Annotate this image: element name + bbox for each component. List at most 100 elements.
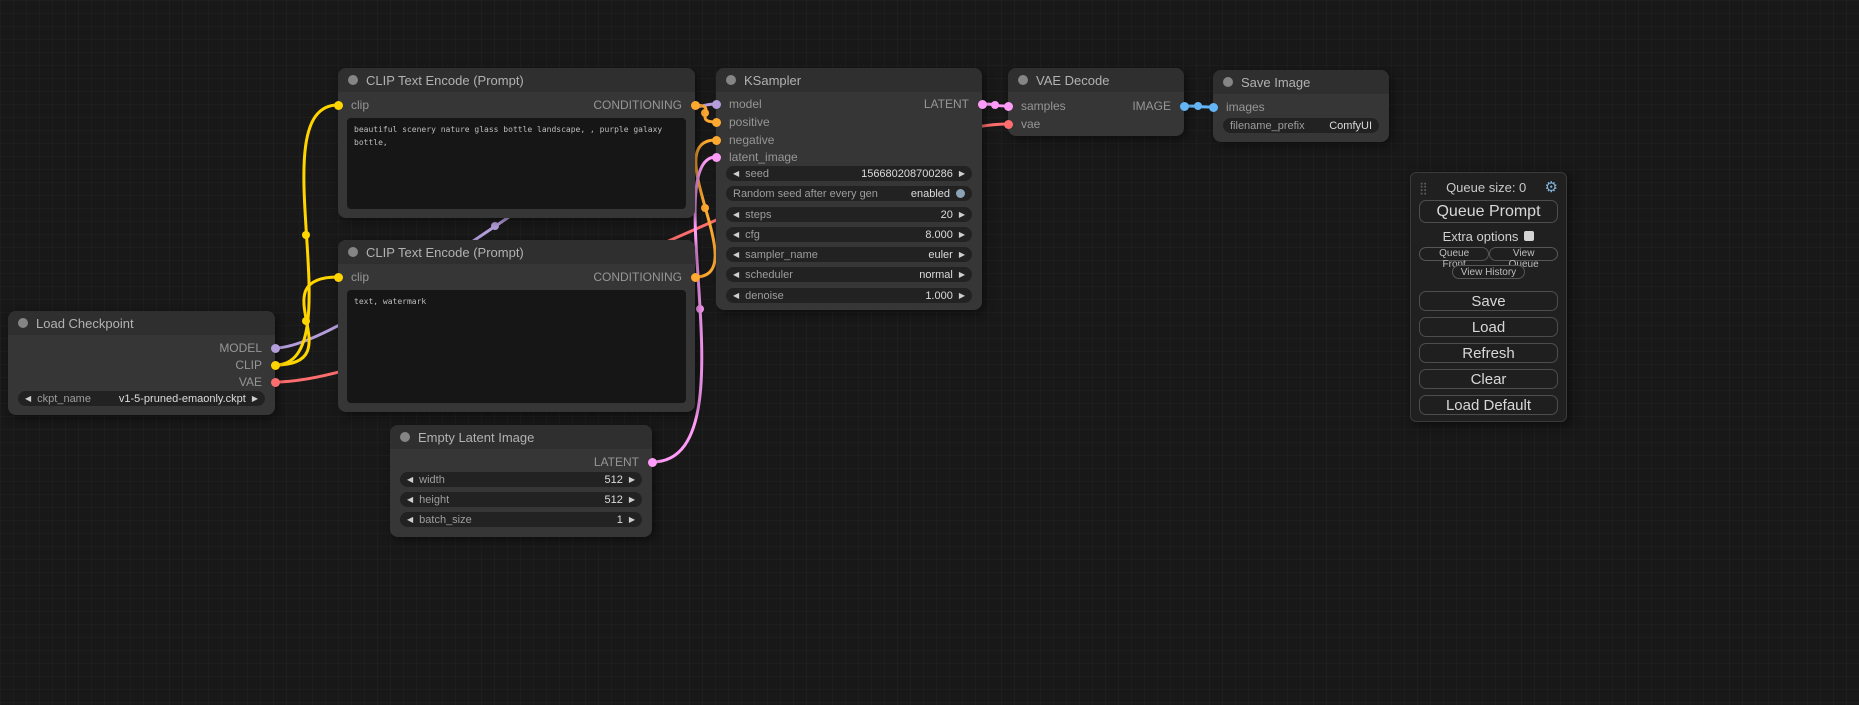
toggle-dot-icon[interactable] [956,189,965,198]
collapse-dot-icon[interactable] [348,75,358,85]
decrement-arrow-icon[interactable]: ◀ [733,292,739,300]
collapse-dot-icon[interactable] [400,432,410,442]
widget-value: 8.000 [925,229,953,241]
queue-front-button[interactable]: Queue Front [1419,247,1489,261]
link-clip-positive [275,105,338,365]
decrement-arrow-icon[interactable]: ◀ [733,211,739,219]
port-label: samples [1021,99,1066,113]
input-port-samples: samples [1008,98,1066,114]
widget-label: denoise [745,290,784,302]
port-dot[interactable] [271,378,280,387]
port-dot[interactable] [1004,120,1013,129]
decrement-arrow-icon[interactable]: ◀ [733,251,739,259]
refresh-button[interactable]: Refresh [1419,343,1558,363]
node-header[interactable]: Load Checkpoint [8,311,275,335]
port-dot[interactable] [271,361,280,370]
collapse-dot-icon[interactable] [348,247,358,257]
node-header[interactable]: CLIP Text Encode (Prompt) [338,68,695,92]
cfg-widget[interactable]: ◀ cfg 8.000 ▶ [726,227,972,242]
scheduler-widget[interactable]: ◀ scheduler normal ▶ [726,267,972,282]
load-button[interactable]: Load [1419,317,1558,337]
random-seed-toggle-widget[interactable]: Random seed after every gen enabled [726,186,972,201]
node-title: Save Image [1241,75,1310,90]
filename-prefix-widget[interactable]: filename_prefix ComfyUI [1223,118,1379,133]
port-dot[interactable] [648,458,657,467]
increment-arrow-icon[interactable]: ▶ [959,170,965,178]
node-vae-decode[interactable]: VAE Decode samples vae IMAGE [1008,68,1184,136]
queue-prompt-button[interactable]: Queue Prompt [1419,200,1558,223]
port-dot[interactable] [712,118,721,127]
settings-gear-icon[interactable]: ⚙ [1545,180,1558,195]
collapse-dot-icon[interactable] [18,318,28,328]
port-dot[interactable] [712,136,721,145]
port-dot[interactable] [691,101,700,110]
decrement-arrow-icon[interactable]: ◀ [733,231,739,239]
ckpt-name-widget[interactable]: ◀ ckpt_name v1-5-pruned-emaonly.ckpt ▶ [18,391,265,406]
height-widget[interactable]: ◀ height 512 ▶ [400,492,642,507]
port-dot[interactable] [334,273,343,282]
widget-label: seed [745,168,769,180]
port-dot[interactable] [712,100,721,109]
steps-widget[interactable]: ◀ steps 20 ▶ [726,207,972,222]
node-header[interactable]: VAE Decode [1008,68,1184,92]
decrement-arrow-icon[interactable]: ◀ [407,516,413,524]
decrement-arrow-icon[interactable]: ◀ [733,271,739,279]
port-dot[interactable] [978,100,987,109]
view-queue-button[interactable]: View Queue [1489,247,1558,261]
node-ksampler[interactable]: KSampler model positive negative latent_… [716,68,982,310]
port-dot[interactable] [1180,102,1189,111]
clear-button[interactable]: Clear [1419,369,1558,389]
prompt-textarea[interactable]: text, watermark [347,290,686,403]
decrement-arrow-icon[interactable]: ◀ [733,170,739,178]
prompt-textarea[interactable]: beautiful scenery nature glass bottle la… [347,118,686,209]
increment-arrow-icon[interactable]: ▶ [959,231,965,239]
port-dot[interactable] [691,273,700,282]
save-button[interactable]: Save [1419,291,1558,311]
drag-handle-icon[interactable]: ⣿ [1419,182,1428,194]
node-save-image[interactable]: Save Image images filename_prefix ComfyU… [1213,70,1389,142]
increment-arrow-icon[interactable]: ▶ [959,292,965,300]
denoise-widget[interactable]: ◀ denoise 1.000 ▶ [726,288,972,303]
batch-size-widget[interactable]: ◀ batch_size 1 ▶ [400,512,642,527]
node-header[interactable]: Save Image [1213,70,1389,94]
port-label: LATENT [594,455,639,469]
port-label: IMAGE [1132,99,1171,113]
node-header[interactable]: CLIP Text Encode (Prompt) [338,240,695,264]
port-dot[interactable] [1209,103,1218,112]
collapse-dot-icon[interactable] [726,75,736,85]
decrement-arrow-icon[interactable]: ◀ [407,476,413,484]
port-dot[interactable] [1004,102,1013,111]
node-title: Empty Latent Image [418,430,534,445]
widget-value: 20 [941,209,953,221]
port-dot[interactable] [334,101,343,110]
seed-widget[interactable]: ◀ seed 156680208700286 ▶ [726,166,972,181]
decrement-arrow-icon[interactable]: ◀ [407,496,413,504]
view-history-button[interactable]: View History [1452,265,1525,279]
node-header[interactable]: Empty Latent Image [390,425,652,449]
port-dot[interactable] [271,344,280,353]
output-port-conditioning: CONDITIONING [593,97,695,113]
node-graph-canvas[interactable]: Load Checkpoint MODEL CLIP VAE ◀ ckpt_na… [0,0,1859,705]
port-dot[interactable] [712,153,721,162]
node-empty-latent-image[interactable]: Empty Latent Image LATENT ◀ width 512 ▶ … [390,425,652,537]
increment-arrow-icon[interactable]: ▶ [629,516,635,524]
width-widget[interactable]: ◀ width 512 ▶ [400,472,642,487]
increment-arrow-icon[interactable]: ▶ [252,395,258,403]
link-dot-conditioning-negative [701,204,709,212]
increment-arrow-icon[interactable]: ▶ [959,271,965,279]
decrement-arrow-icon[interactable]: ◀ [25,395,31,403]
increment-arrow-icon[interactable]: ▶ [959,251,965,259]
node-clip-text-encode-positive[interactable]: CLIP Text Encode (Prompt) clip CONDITION… [338,68,695,218]
node-load-checkpoint[interactable]: Load Checkpoint MODEL CLIP VAE ◀ ckpt_na… [8,311,275,415]
collapse-dot-icon[interactable] [1223,77,1233,87]
collapse-dot-icon[interactable] [1018,75,1028,85]
increment-arrow-icon[interactable]: ▶ [959,211,965,219]
sampler-name-widget[interactable]: ◀ sampler_name euler ▶ [726,247,972,262]
node-clip-text-encode-negative[interactable]: CLIP Text Encode (Prompt) clip CONDITION… [338,240,695,412]
load-default-button[interactable]: Load Default [1419,395,1558,415]
queue-panel[interactable]: ⣿ Queue size: 0 ⚙ Queue Prompt Extra opt… [1410,172,1567,422]
node-header[interactable]: KSampler [716,68,982,92]
increment-arrow-icon[interactable]: ▶ [629,496,635,504]
increment-arrow-icon[interactable]: ▶ [629,476,635,484]
extra-options-checkbox[interactable] [1524,231,1534,241]
